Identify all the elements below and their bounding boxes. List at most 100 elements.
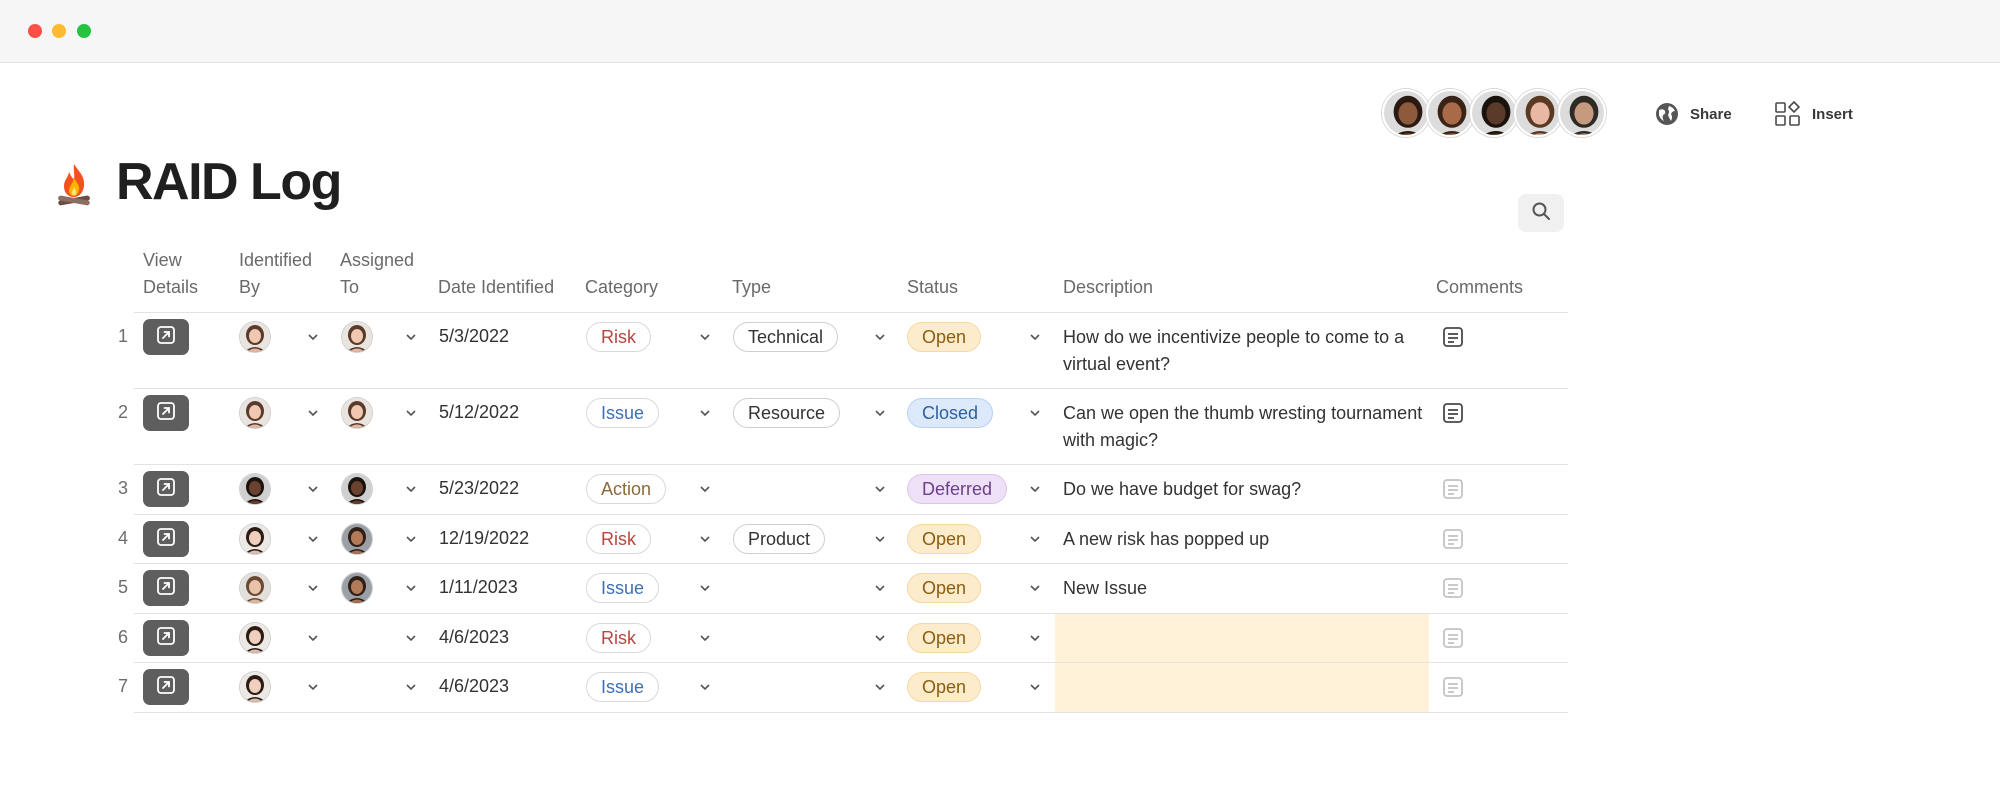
column-header-assigned-to[interactable]: Assigned To [340, 247, 414, 301]
category-pill[interactable]: Issue [586, 573, 660, 603]
assigned-to-dropdown-chevron-icon[interactable] [404, 532, 418, 546]
comment-icon[interactable] [1442, 577, 1464, 599]
type-dropdown-chevron-icon[interactable] [873, 406, 887, 420]
assigned-to-avatar[interactable] [342, 398, 372, 428]
identified-by-avatar[interactable] [240, 623, 270, 653]
minimize-window-button[interactable] [52, 24, 66, 38]
status-pill[interactable]: Open [907, 322, 982, 352]
view-details-button[interactable] [143, 395, 189, 431]
status-pill[interactable]: Open [907, 672, 982, 702]
assigned-to-avatar[interactable] [342, 524, 372, 554]
share-button[interactable]: Share [1654, 100, 1732, 128]
assigned-to-avatar[interactable] [342, 573, 372, 603]
category-dropdown-chevron-icon[interactable] [698, 406, 712, 420]
date-identified-cell[interactable]: 5/23/2022 [439, 478, 519, 499]
column-header-type[interactable]: Type [732, 274, 771, 301]
category-dropdown-chevron-icon[interactable] [698, 680, 712, 694]
column-header-identified-by[interactable]: Identified By [239, 247, 312, 301]
status-dropdown-chevron-icon[interactable] [1028, 532, 1042, 546]
assigned-to-dropdown-chevron-icon[interactable] [404, 482, 418, 496]
column-header-date[interactable]: Date Identified [438, 274, 554, 301]
insert-button[interactable]: Insert [1774, 100, 1853, 128]
view-details-button[interactable] [143, 521, 189, 557]
maximize-window-button[interactable] [77, 24, 91, 38]
identified-by-dropdown-chevron-icon[interactable] [306, 581, 320, 595]
status-dropdown-chevron-icon[interactable] [1028, 631, 1042, 645]
close-window-button[interactable] [28, 24, 42, 38]
type-dropdown-chevron-icon[interactable] [873, 680, 887, 694]
column-header-view[interactable]: View Details [143, 247, 198, 301]
view-details-button[interactable] [143, 669, 189, 705]
column-header-description[interactable]: Description [1063, 274, 1153, 301]
description-cell[interactable]: A new risk has popped up [1063, 526, 1433, 553]
assigned-to-dropdown-chevron-icon[interactable] [404, 330, 418, 344]
view-details-button[interactable] [143, 319, 189, 355]
type-dropdown-chevron-icon[interactable] [873, 631, 887, 645]
identified-by-avatar[interactable] [240, 524, 270, 554]
status-dropdown-chevron-icon[interactable] [1028, 581, 1042, 595]
comment-icon[interactable] [1442, 326, 1464, 348]
collaborator-avatar[interactable] [1426, 89, 1474, 137]
search-button[interactable] [1518, 194, 1564, 232]
identified-by-avatar[interactable] [240, 322, 270, 352]
type-pill[interactable]: Technical [733, 322, 839, 352]
empty-description-cell[interactable] [1055, 663, 1429, 712]
column-header-category[interactable]: Category [585, 274, 658, 301]
column-header-status[interactable]: Status [907, 274, 958, 301]
category-pill[interactable]: Risk [586, 524, 651, 554]
type-dropdown-chevron-icon[interactable] [873, 532, 887, 546]
date-identified-cell[interactable]: 12/19/2022 [439, 528, 529, 549]
date-identified-cell[interactable]: 5/12/2022 [439, 402, 519, 423]
category-dropdown-chevron-icon[interactable] [698, 330, 712, 344]
assigned-to-dropdown-chevron-icon[interactable] [404, 406, 418, 420]
status-dropdown-chevron-icon[interactable] [1028, 680, 1042, 694]
comment-icon[interactable] [1442, 528, 1464, 550]
category-dropdown-chevron-icon[interactable] [698, 631, 712, 645]
category-pill[interactable]: Risk [586, 623, 651, 653]
collaborator-avatar[interactable] [1382, 89, 1430, 137]
assigned-to-avatar[interactable] [342, 474, 372, 504]
assigned-to-avatar[interactable] [342, 322, 372, 352]
date-identified-cell[interactable]: 1/11/2023 [439, 577, 518, 598]
category-pill[interactable]: Issue [586, 672, 660, 702]
view-details-button[interactable] [143, 471, 189, 507]
comment-icon[interactable] [1442, 676, 1464, 698]
description-cell[interactable]: How do we incentivize people to come to … [1063, 324, 1433, 378]
identified-by-avatar[interactable] [240, 474, 270, 504]
status-dropdown-chevron-icon[interactable] [1028, 406, 1042, 420]
identified-by-dropdown-chevron-icon[interactable] [306, 406, 320, 420]
identified-by-dropdown-chevron-icon[interactable] [306, 680, 320, 694]
status-pill[interactable]: Open [907, 524, 982, 554]
status-pill[interactable]: Deferred [907, 474, 1008, 504]
type-pill[interactable]: Product [733, 524, 826, 554]
identified-by-avatar[interactable] [240, 672, 270, 702]
category-dropdown-chevron-icon[interactable] [698, 581, 712, 595]
description-cell[interactable]: Do we have budget for swag? [1063, 476, 1433, 503]
identified-by-avatar[interactable] [240, 398, 270, 428]
status-dropdown-chevron-icon[interactable] [1028, 330, 1042, 344]
date-identified-cell[interactable]: 4/6/2023 [439, 676, 509, 697]
status-dropdown-chevron-icon[interactable] [1028, 482, 1042, 496]
assigned-to-dropdown-chevron-icon[interactable] [404, 680, 418, 694]
category-pill[interactable]: Issue [586, 398, 660, 428]
comment-icon[interactable] [1442, 478, 1464, 500]
status-pill[interactable]: Open [907, 623, 982, 653]
category-pill[interactable]: Risk [586, 322, 651, 352]
assigned-to-dropdown-chevron-icon[interactable] [404, 581, 418, 595]
status-pill[interactable]: Closed [907, 398, 994, 428]
collaborator-avatar[interactable] [1470, 89, 1518, 137]
column-header-comments[interactable]: Comments [1436, 274, 1523, 301]
assigned-to-dropdown-chevron-icon[interactable] [404, 631, 418, 645]
type-dropdown-chevron-icon[interactable] [873, 581, 887, 595]
category-dropdown-chevron-icon[interactable] [698, 482, 712, 496]
identified-by-avatar[interactable] [240, 573, 270, 603]
description-cell[interactable]: Can we open the thumb wresting tournamen… [1063, 400, 1433, 454]
identified-by-dropdown-chevron-icon[interactable] [306, 330, 320, 344]
identified-by-dropdown-chevron-icon[interactable] [306, 532, 320, 546]
identified-by-dropdown-chevron-icon[interactable] [306, 631, 320, 645]
identified-by-dropdown-chevron-icon[interactable] [306, 482, 320, 496]
view-details-button[interactable] [143, 570, 189, 606]
status-pill[interactable]: Open [907, 573, 982, 603]
type-dropdown-chevron-icon[interactable] [873, 482, 887, 496]
view-details-button[interactable] [143, 620, 189, 656]
